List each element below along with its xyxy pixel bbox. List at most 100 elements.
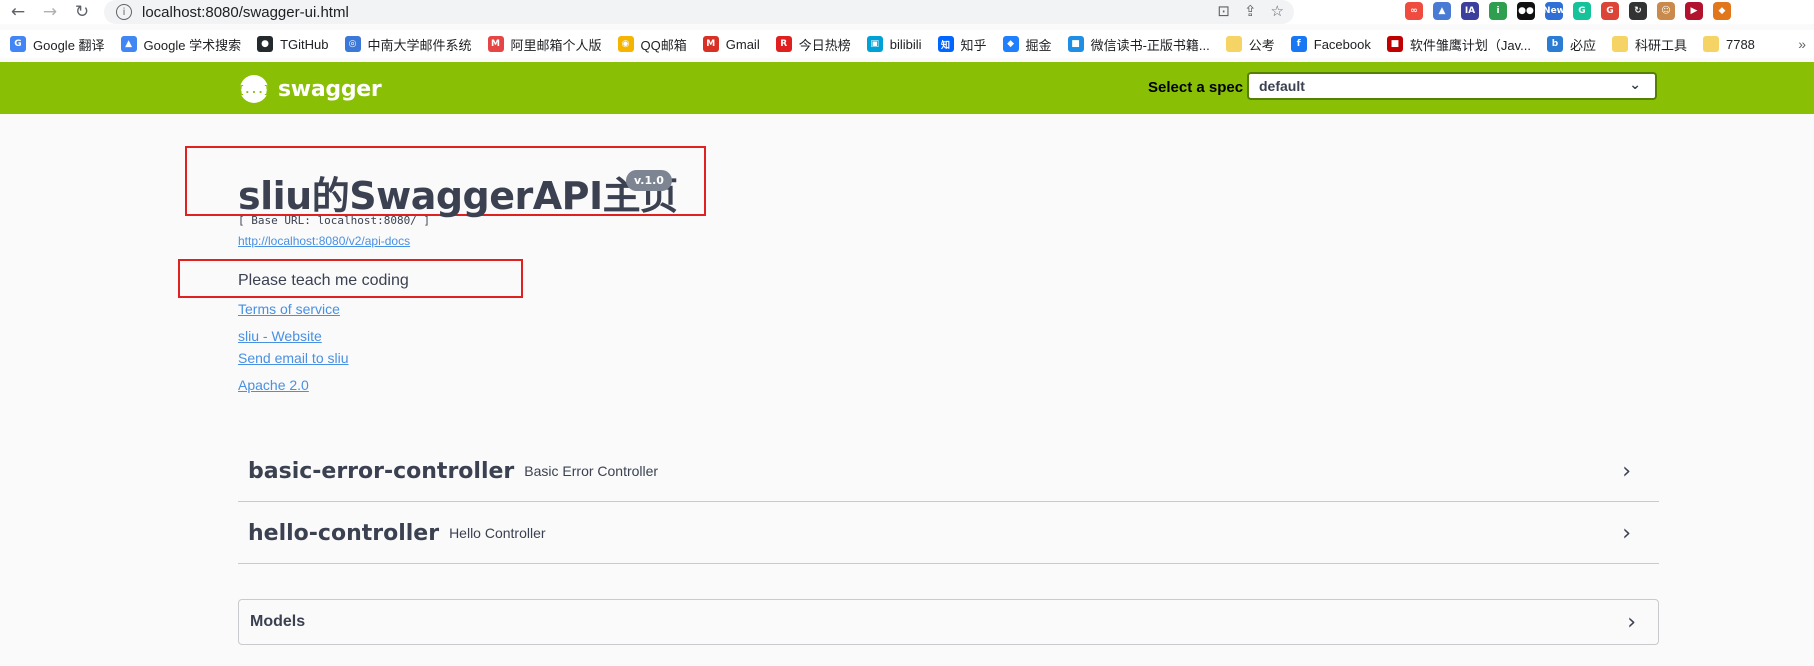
bookmark-star-icon[interactable]: ☆	[1271, 2, 1284, 20]
ext-flag-icon[interactable]: ▶	[1685, 2, 1703, 20]
bookmark-item[interactable]: 科研工具	[1611, 35, 1687, 54]
bookmark-label: 7788	[1725, 36, 1755, 52]
ext-new-icon[interactable]: New	[1543, 2, 1565, 20]
site-info-icon[interactable]: i	[116, 4, 132, 20]
bookmark-label: Facebook	[1313, 36, 1371, 52]
chevron-down-icon: ⌄	[1629, 77, 1641, 93]
ext-tampermonkey-icon[interactable]: ●●	[1517, 2, 1535, 20]
ext-metamask-icon[interactable]: ◆	[1713, 2, 1731, 20]
bookmark-label: 今日热榜	[798, 37, 851, 53]
share-icon[interactable]: ⇪	[1244, 2, 1257, 20]
juejin-icon: ◆	[1002, 36, 1019, 52]
version-badge: v.1.0	[626, 170, 672, 191]
chevron-right-icon[interactable]: ›	[1622, 459, 1631, 484]
bookmark-item[interactable]: M Gmail	[702, 36, 760, 52]
zhihu-icon: 知	[937, 36, 954, 52]
controller-name[interactable]: hello-controller	[248, 521, 439, 546]
bookmark-label: 微信读书-正版书籍...	[1090, 37, 1210, 53]
reload-icon[interactable]: ↻	[68, 0, 96, 24]
extensions-bar: ∞ ▲ IA i ●● New G G ↻ ☺ ▶ ◆	[1405, 2, 1731, 20]
bookmark-label: 科研工具	[1634, 37, 1687, 53]
bookmark-item[interactable]: 7788	[1702, 36, 1755, 52]
aliyun-mail-icon: M	[487, 36, 504, 52]
controller-section[interactable]: hello-controller Hello Controller ›	[238, 503, 1659, 564]
swagger-logo[interactable]: {...} swagger	[237, 75, 382, 103]
bookmark-item[interactable]: ◎ 中南大学邮件系统	[344, 35, 472, 54]
translate-icon[interactable]: ⊡	[1217, 2, 1230, 20]
controller-description: Hello Controller	[449, 525, 546, 541]
ext-scholar-icon[interactable]: ▲	[1433, 2, 1451, 20]
bookmark-item[interactable]: M 阿里邮箱个人版	[487, 35, 602, 54]
github-icon: ●	[257, 36, 274, 52]
bookmark-label: 软件雏鹰计划（Jav...	[1409, 37, 1531, 53]
address-url[interactable]: localhost:8080/swagger-ui.html	[142, 4, 349, 21]
bookmark-item[interactable]: R 今日热榜	[775, 35, 851, 54]
bookmark-item[interactable]: ◉ QQ邮箱	[617, 35, 687, 54]
spec-select-label: Select a spec	[1148, 79, 1244, 96]
bookmark-item[interactable]: 知知乎	[937, 35, 987, 54]
api-docs-link[interactable]: http://localhost:8080/v2/api-docs	[238, 234, 410, 248]
bookmark-label: Gmail	[725, 36, 760, 52]
page-title: sliu的SwaggerAPI主页	[238, 174, 678, 218]
bookmarks-overflow-icon[interactable]: »	[1798, 36, 1806, 52]
api-description: Please teach me coding	[238, 272, 409, 289]
rebang-icon: R	[775, 36, 792, 52]
spec-select[interactable]: default ⌄	[1247, 72, 1657, 100]
bookmark-label: Google 翻译	[33, 37, 105, 53]
bookmark-item[interactable]: ● TGitHub	[257, 36, 329, 52]
controller-section[interactable]: basic-error-controller Basic Error Contr…	[238, 441, 1659, 502]
gmail-icon: M	[702, 36, 719, 52]
swagger-topbar: {...} swagger Select a spec default ⌄	[0, 62, 1814, 114]
email-link[interactable]: Send email to sliu	[238, 350, 349, 366]
bookmark-label: 必应	[1569, 37, 1596, 53]
spec-select-value: default	[1259, 78, 1305, 94]
website-link[interactable]: sliu - Website	[238, 328, 322, 344]
chevron-right-icon[interactable]: ›	[1627, 610, 1636, 635]
browser-toolbar: ← → ↻ i localhost:8080/swagger-ui.html ⊡…	[0, 0, 1814, 24]
bookmark-label: 阿里邮箱个人版	[510, 37, 602, 53]
controller-name[interactable]: basic-error-controller	[248, 459, 514, 484]
address-bar[interactable]: i localhost:8080/swagger-ui.html ⊡ ⇪ ☆	[104, 0, 1294, 24]
facebook-icon: f	[1290, 36, 1307, 52]
bookmark-label: 中南大学邮件系统	[367, 37, 472, 53]
ext-infinity-icon[interactable]: ∞	[1405, 2, 1423, 20]
ext-grammarly-icon[interactable]: G	[1573, 2, 1591, 20]
folder-icon	[1702, 36, 1719, 52]
bookmark-label: TGitHub	[280, 36, 329, 52]
bookmark-item[interactable]: ◆ 掘金	[1002, 35, 1052, 54]
mail-globe-icon: ◎	[344, 36, 361, 52]
models-section[interactable]: Models ›	[238, 599, 1659, 645]
forward-arrow-icon[interactable]: →	[36, 0, 64, 24]
bookmark-item[interactable]: 公考	[1225, 35, 1275, 54]
bookmark-item[interactable]: f Facebook	[1290, 36, 1371, 52]
weread-icon: ■	[1067, 36, 1084, 52]
google-scholar-icon: ▲	[120, 36, 137, 52]
base-url: [ Base URL: localhost:8080/ ]	[238, 214, 431, 227]
google-translate-icon: G	[10, 36, 26, 52]
ext-google-icon[interactable]: G	[1601, 2, 1619, 20]
ext-info-icon[interactable]: i	[1489, 2, 1507, 20]
controller-description: Basic Error Controller	[524, 463, 659, 479]
bookmark-label: bilibili	[889, 36, 922, 52]
bookmark-item[interactable]: ■ 软件雏鹰计划（Jav...	[1386, 35, 1531, 54]
bookmark-label: 知乎	[960, 37, 987, 53]
bookmark-item[interactable]: ■ 微信读书-正版书籍...	[1067, 35, 1210, 54]
ext-avatar-icon[interactable]: ☺	[1657, 2, 1675, 20]
qq-mail-icon: ◉	[617, 36, 634, 52]
software-plan-icon: ■	[1386, 36, 1403, 52]
bookmark-item[interactable]: ▲ Google 学术搜索	[120, 35, 242, 54]
terms-of-service-link[interactable]: Terms of service	[238, 301, 340, 317]
ext-ia-icon[interactable]: IA	[1461, 2, 1479, 20]
license-link[interactable]: Apache 2.0	[238, 377, 309, 393]
bilibili-icon: ▣	[866, 36, 883, 52]
models-title[interactable]: Models	[250, 613, 305, 631]
chevron-right-icon[interactable]: ›	[1622, 521, 1631, 546]
ext-refresh-icon[interactable]: ↻	[1629, 2, 1647, 20]
bookmark-label: Google 学术搜索	[143, 37, 242, 53]
bookmark-item[interactable]: b 必应	[1546, 35, 1596, 54]
bookmark-label: QQ邮箱	[640, 37, 687, 53]
bookmark-item[interactable]: ▣ bilibili	[866, 36, 922, 52]
back-arrow-icon[interactable]: ←	[4, 0, 32, 24]
bookmark-item[interactable]: G Google 翻译	[10, 35, 105, 54]
bookmarks-bar: G Google 翻译 ▲ Google 学术搜索 ● TGitHub ◎ 中南大学邮件系统 M…	[0, 30, 1814, 58]
